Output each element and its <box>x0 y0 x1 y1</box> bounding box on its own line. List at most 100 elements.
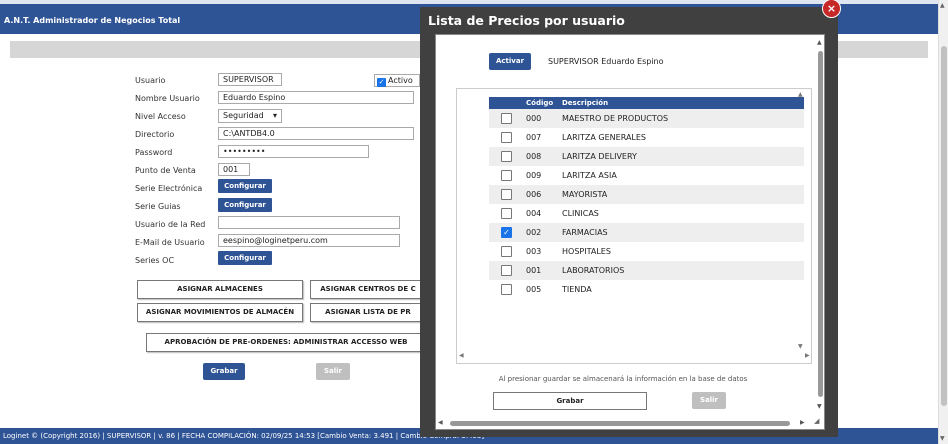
row-checkbox[interactable] <box>501 208 512 219</box>
activo-checkbox[interactable]: ✓ Activo <box>374 74 420 87</box>
label-series-oc: Series OC <box>135 256 175 265</box>
price-list-modal: Lista de Precios por usuario × Activar S… <box>420 0 841 437</box>
label-password: Password <box>135 148 173 157</box>
row-code: 000 <box>526 114 542 123</box>
save-hint: Al presionar guardar se almacenará la in… <box>498 375 748 383</box>
list-item[interactable]: 003 HOSPITALES <box>489 242 804 261</box>
list-item[interactable]: 007 LARITZA GENERALES <box>489 128 804 147</box>
row-code: 002 <box>526 228 542 237</box>
asignar-almacenes-button[interactable]: ASIGNAR ALMACENES <box>137 280 303 299</box>
row-code: 005 <box>526 285 542 294</box>
row-code: 006 <box>526 190 542 199</box>
configurar-serie-electronica-button[interactable]: Configurar <box>218 179 272 193</box>
modal-grabar-button[interactable]: Grabar <box>493 392 647 410</box>
user-display: SUPERVISOR Eduardo Espino <box>548 57 664 66</box>
row-code: 008 <box>526 152 542 161</box>
label-punto-venta: Punto de Venta <box>135 166 196 175</box>
scroll-down-icon[interactable]: ▼ <box>940 435 945 442</box>
row-checkbox[interactable] <box>501 113 512 124</box>
column-desc-header: Descripción <box>562 99 609 107</box>
row-code: 001 <box>526 266 542 275</box>
page-scroll-thumb[interactable] <box>941 46 947 406</box>
scroll-right-icon[interactable]: ▶ <box>800 419 805 426</box>
modal-hscroll-thumb[interactable] <box>450 421 790 426</box>
nivel-value: Seguridad <box>223 111 264 120</box>
modal-body: Activar SUPERVISOR Eduardo Espino Código… <box>435 34 825 430</box>
column-code-header: Código <box>526 99 554 107</box>
list-item[interactable]: ✓ 002 FARMACIAS <box>489 223 804 242</box>
scroll-up-icon[interactable]: ▲ <box>817 39 822 46</box>
row-checkbox[interactable] <box>501 170 512 181</box>
modal-horizontal-scrollbar[interactable]: ◀ ▶ <box>438 419 814 427</box>
chevron-down-icon: ▾ <box>272 111 277 120</box>
price-list-frame: Código Descripción 000 MAESTRO DE PRODUCT… <box>456 88 812 364</box>
scroll-down-icon[interactable]: ▼ <box>817 403 822 410</box>
label-directorio: Directorio <box>135 130 175 139</box>
row-description: FARMACIAS <box>562 228 608 237</box>
row-checkbox[interactable] <box>501 246 512 257</box>
list-item[interactable]: 000 MAESTRO DE PRODUCTOS <box>489 109 804 128</box>
asignar-lista-button[interactable]: ASIGNAR LISTA DE PR <box>310 303 426 322</box>
nombre-input[interactable]: Eduardo Espino <box>218 91 414 104</box>
row-checkbox[interactable] <box>501 284 512 295</box>
scroll-up-icon[interactable]: ▲ <box>798 91 803 98</box>
app-title: A.N.T. Administrador de Negocios Total <box>4 16 181 25</box>
row-checkbox[interactable] <box>501 265 512 276</box>
row-description: HOSPITALES <box>562 247 611 256</box>
modal-salir-button[interactable]: Salir <box>692 392 726 409</box>
label-nombre: Nombre Usuario <box>135 94 200 103</box>
resize-grip-icon[interactable]: ◢ <box>814 417 819 425</box>
row-description: MAESTRO DE PRODUCTOS <box>562 114 669 123</box>
modal-vscroll-thumb[interactable] <box>818 51 823 397</box>
row-checkbox[interactable] <box>501 132 512 143</box>
asignar-movimientos-button[interactable]: ASIGNAR MOVIMIENTOS DE ALMACÉN <box>137 303 303 322</box>
row-description: LARITZA DELIVERY <box>562 152 637 161</box>
list-item[interactable]: 009 LARITZA ASIA <box>489 166 804 185</box>
password-input[interactable]: ••••••••• <box>218 145 369 158</box>
directorio-input[interactable]: C:\ANTDB4.0 <box>218 127 414 140</box>
asignar-centros-button[interactable]: ASIGNAR CENTROS DE C <box>310 280 426 299</box>
label-email: E-Mail de Usuario <box>135 238 205 247</box>
usuario-red-input[interactable] <box>218 216 400 229</box>
activo-label: Activo <box>388 76 413 85</box>
list-item[interactable]: 004 CLINICAS <box>489 204 804 223</box>
row-code: 003 <box>526 247 542 256</box>
email-input[interactable]: eespino@loginetperu.com <box>218 234 400 247</box>
scroll-up-icon[interactable]: ▲ <box>940 2 945 9</box>
nivel-select[interactable]: Seguridad ▾ <box>218 109 282 123</box>
price-list-rows: 000 MAESTRO DE PRODUCTOS 007 LARITZA GENERA… <box>489 109 804 299</box>
modal-vertical-scrollbar[interactable]: ▲ ▼ <box>816 39 824 425</box>
scroll-left-icon[interactable]: ◀ <box>438 419 443 426</box>
row-description: MAYORISTA <box>562 190 608 199</box>
list-item[interactable]: 006 MAYORISTA <box>489 185 804 204</box>
label-nivel: Nivel Acceso <box>135 112 186 121</box>
list-item[interactable]: 005 TIENDA <box>489 280 804 299</box>
grabar-button[interactable]: Grabar <box>203 363 245 380</box>
row-description: TIENDA <box>562 285 592 294</box>
row-code: 007 <box>526 133 542 142</box>
configurar-series-oc-button[interactable]: Configurar <box>218 251 272 265</box>
modal-title: Lista de Precios por usuario <box>428 13 625 28</box>
row-description: CLINICAS <box>562 209 599 218</box>
salir-button[interactable]: Salir <box>316 363 350 380</box>
row-checkbox[interactable]: ✓ <box>501 227 512 238</box>
page-scrollbar[interactable]: ▲ ▼ <box>938 0 948 444</box>
scroll-left-icon[interactable]: ◀ <box>459 352 464 359</box>
row-description: LARITZA ASIA <box>562 171 617 180</box>
configurar-serie-guias-button[interactable]: Configurar <box>218 198 272 212</box>
activar-button[interactable]: Activar <box>489 53 531 70</box>
aprobacion-button[interactable]: APROBACIÓN DE PRE-ORDENES: ADMINISTRAR A… <box>146 333 426 352</box>
label-serie-guias: Serie Guias <box>135 202 181 211</box>
scroll-right-icon[interactable]: ▶ <box>805 352 810 359</box>
punto-venta-input[interactable]: 001 <box>218 163 250 176</box>
row-checkbox[interactable] <box>501 189 512 200</box>
scroll-down-icon[interactable]: ▼ <box>798 343 803 350</box>
list-item[interactable]: 001 LABORATORIOS <box>489 261 804 280</box>
check-icon: ✓ <box>377 78 386 87</box>
list-item[interactable]: 008 LARITZA DELIVERY <box>489 147 804 166</box>
label-usuario-red: Usuario de la Red <box>135 220 206 229</box>
row-description: LARITZA GENERALES <box>562 133 647 142</box>
list-header: Código Descripción <box>489 97 804 109</box>
row-checkbox[interactable] <box>501 151 512 162</box>
usuario-input[interactable]: SUPERVISOR <box>218 73 282 86</box>
